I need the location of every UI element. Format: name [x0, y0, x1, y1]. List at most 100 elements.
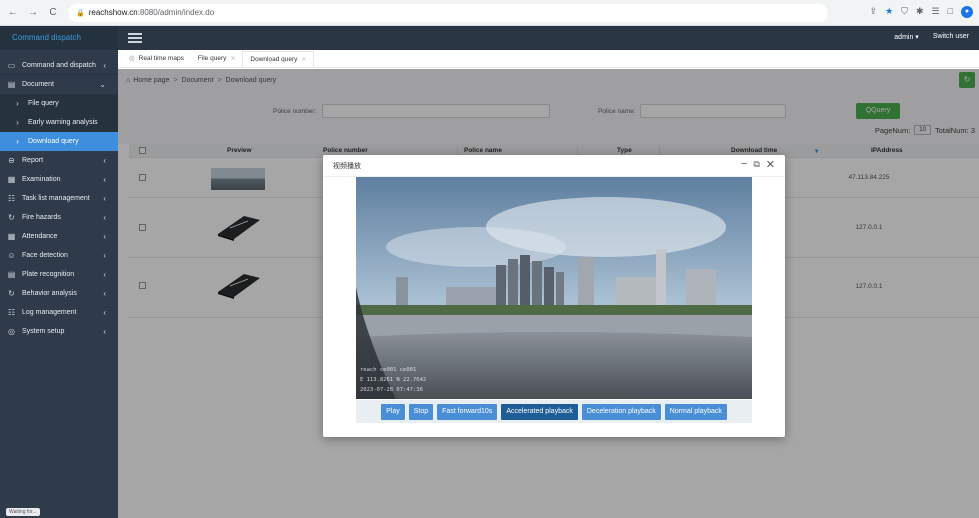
browser-status-chip: Waiting for... [6, 508, 40, 516]
stop-button[interactable]: Stop [408, 403, 434, 420]
globe-icon: ◎ [8, 327, 15, 336]
location-icon: ◎ [129, 55, 135, 62]
sidebar-item-label: Face detection [22, 252, 68, 259]
user-area: admin ▾ Switch user [894, 33, 969, 41]
chevron-right-icon: › [16, 118, 19, 127]
sidebar-item-log-management[interactable]: ☷ Log management ‹ [0, 303, 118, 322]
app-header: Command dispatch admin ▾ Switch user [0, 26, 979, 50]
sidebar-item-label: Fire hazards [22, 214, 61, 221]
menu-toggle-icon[interactable] [128, 33, 142, 43]
sidebar-item-label: File query [28, 100, 59, 107]
bookmark-star-icon[interactable]: ★ [885, 6, 893, 18]
lock-icon: 🔒 [76, 9, 85, 17]
sidebar: ▭ Command and dispatch ‹ ▤ Document ⌄ › … [0, 50, 118, 518]
tab-label: Download query [250, 55, 298, 63]
tab-file-query[interactable]: File query ✕ [191, 51, 243, 67]
circle-icon: ⊖ [8, 156, 15, 165]
chevron-left-icon: ‹ [103, 327, 106, 336]
window-icon[interactable]: □ [948, 6, 953, 18]
tab-label: File query [197, 55, 227, 62]
play-button[interactable]: Play [381, 403, 405, 420]
tab-label: Real time maps [138, 55, 184, 62]
deceleration-playback-button[interactable]: Deceleration playback [581, 403, 661, 420]
filter-icon[interactable]: ⛉ [901, 6, 908, 18]
forward-icon[interactable]: → [26, 6, 40, 20]
sidebar-item-behavior-analysis[interactable]: ↻ Behavior analysis ‹ [0, 284, 118, 303]
sidebar-item-label: Report [22, 157, 44, 164]
sidebar-item-label: Attendance [22, 233, 58, 240]
sidebar-item-label: Task list management [22, 195, 90, 202]
sidebar-item-command-dispatch[interactable]: ▭ Command and dispatch ‹ [0, 56, 118, 75]
dialog-controls: − ⧉ ✕ [741, 158, 775, 171]
sidebar-item-label: Examination [22, 176, 61, 183]
sidebar-item-label: Command and dispatch [22, 61, 96, 69]
video-osd-timestamp: 2023-07-28 07:47:36 [360, 387, 423, 393]
browser-toolbar: ← → C 🔒 reachshow.cn:8080/admin/index.do… [0, 0, 979, 26]
share-icon[interactable]: ⇪ [870, 6, 878, 18]
video-player-dialog: 视频播放 − ⧉ ✕ reach ce001 ce001 E 113.8261 … [323, 155, 785, 437]
close-icon[interactable]: ✕ [230, 51, 235, 67]
sidebar-item-fire-hazards[interactable]: ↻ Fire hazards ‹ [0, 208, 118, 227]
reload-icon[interactable]: C [46, 6, 60, 20]
chevron-left-icon: ‹ [103, 175, 106, 184]
switch-user-link[interactable]: Switch user [933, 33, 969, 41]
chevron-left-icon: ‹ [103, 213, 106, 222]
playback-controls: Play Stop Fast forward10s Accelerated pl… [356, 400, 752, 423]
profile-icon[interactable]: ● [961, 6, 973, 18]
accelerated-playback-button[interactable]: Accelerated playback [501, 403, 578, 420]
dialog-title: 视频播放 [333, 163, 361, 170]
sidebar-item-report[interactable]: ⊖ Report ‹ [0, 151, 118, 170]
close-icon[interactable]: ✕ [766, 158, 775, 171]
chevron-left-icon: ‹ [103, 270, 106, 279]
video-image [356, 177, 752, 399]
chevron-left-icon: ‹ [103, 289, 106, 298]
chevron-left-icon: ‹ [103, 194, 106, 203]
address-bar[interactable]: 🔒 reachshow.cn:8080/admin/index.do [68, 3, 828, 22]
sidebar-item-label: Early warning analysis [28, 119, 98, 126]
maximize-icon[interactable]: ⧉ [753, 159, 759, 171]
user-menu[interactable]: admin ▾ [894, 33, 919, 41]
chevron-left-icon: ‹ [103, 308, 106, 317]
video-osd-gps: E 113.8261 N 22.7642 [360, 377, 427, 383]
chevron-left-icon: ‹ [103, 156, 106, 165]
sidebar-item-document[interactable]: ▤ Document ⌄ [0, 75, 118, 94]
normal-playback-button[interactable]: Normal playback [664, 403, 727, 420]
sidebar-item-attendance[interactable]: ▦ Attendance ‹ [0, 227, 118, 246]
calendar-icon: ▦ [7, 232, 16, 241]
back-icon[interactable]: ← [6, 6, 20, 20]
sync-icon: ↻ [8, 213, 15, 222]
video-osd-device: reach ce001 ce001 [360, 367, 417, 373]
media-icon[interactable]: ☰ [931, 6, 939, 18]
plate-icon: ▤ [7, 270, 16, 279]
minimize-icon[interactable]: − [741, 158, 747, 171]
fast-forward-button[interactable]: Fast forward10s [437, 403, 498, 420]
sidebar-item-face-detection[interactable]: ☺ Face detection ‹ [0, 246, 118, 265]
sync-icon: ↻ [8, 289, 15, 298]
sidebar-item-label: Download query [28, 138, 79, 145]
sidebar-item-label: System setup [22, 328, 65, 335]
chevron-right-icon: › [16, 99, 19, 108]
sidebar-item-examination[interactable]: ▦ Examination ‹ [0, 170, 118, 189]
tab-download-query[interactable]: Download query ✕ [242, 51, 315, 68]
sidebar-item-download-query[interactable]: › Download query [0, 132, 118, 151]
sidebar-item-plate-recognition[interactable]: ▤ Plate recognition ‹ [0, 265, 118, 284]
sidebar-item-system-setup[interactable]: ◎ System setup ‹ [0, 322, 118, 341]
tasks-icon: ☷ [7, 194, 16, 203]
calendar-icon: ▦ [7, 175, 16, 184]
video-frame[interactable]: reach ce001 ce001 E 113.8261 N 22.7642 2… [356, 177, 752, 399]
chevron-down-icon: ⌄ [99, 80, 106, 89]
close-icon[interactable]: ✕ [301, 52, 306, 68]
sidebar-item-task-list[interactable]: ☷ Task list management ‹ [0, 189, 118, 208]
monitor-icon: ▭ [7, 60, 16, 70]
sidebar-item-early-warning[interactable]: › Early warning analysis [0, 113, 118, 132]
face-icon: ☺ [7, 251, 16, 260]
extension-icon[interactable]: ✱ [916, 6, 924, 18]
sidebar-item-label: Behavior analysis [22, 290, 77, 297]
sidebar-item-file-query[interactable]: › File query [0, 94, 118, 113]
app-brand[interactable]: Command dispatch [0, 26, 118, 50]
chevron-right-icon: › [16, 137, 19, 146]
folder-icon: ▤ [7, 80, 16, 89]
tab-real-time-maps[interactable]: ◎ Real time maps [122, 51, 191, 67]
chevron-left-icon: ‹ [103, 251, 106, 260]
url-host: reachshow.cn [88, 8, 138, 17]
